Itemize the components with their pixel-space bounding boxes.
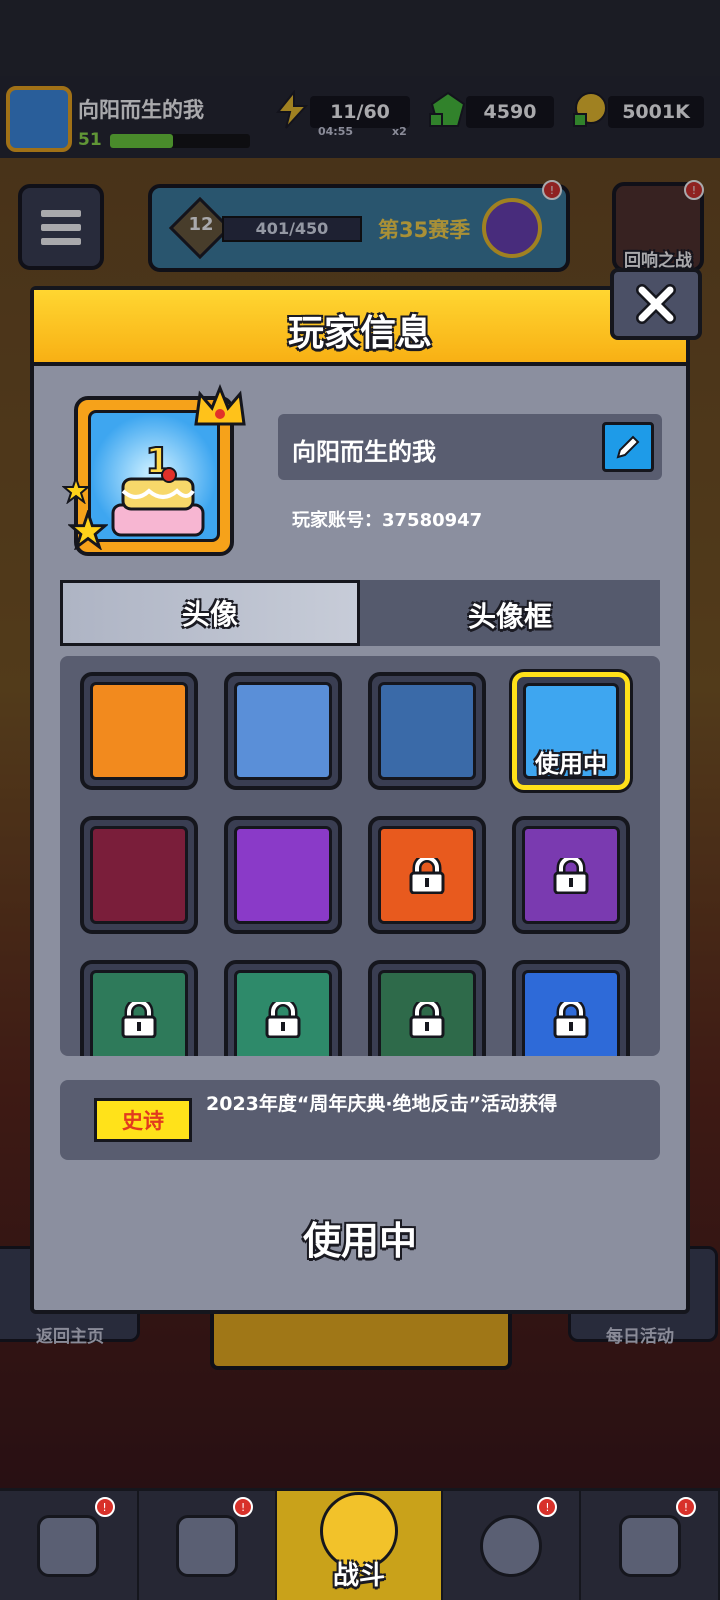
upgrade-icon: [618, 1514, 681, 1577]
player-name: 向阳而生的我: [292, 438, 436, 466]
dialog-header: 玩家信息: [34, 290, 686, 366]
avatar-description: 史诗 2023年度“周年庆典·绝地反击”活动获得: [60, 1080, 660, 1160]
tab-avatar[interactable]: 头像: [60, 580, 360, 646]
in-use-badge: 使用中: [535, 750, 607, 778]
avatar-option-zombie-agent[interactable]: [224, 672, 342, 790]
avatar-option-pink-star[interactable]: [224, 960, 342, 1056]
lock-icon: [553, 1002, 589, 1038]
player-name-box: 向阳而生的我: [278, 414, 662, 480]
birthday-cake-icon: 1: [111, 440, 205, 537]
nav-battle[interactable]: 战斗: [277, 1491, 443, 1600]
lock-icon: [265, 1002, 301, 1038]
avatar-portrait: [234, 826, 332, 924]
lock-icon: [409, 1002, 445, 1038]
avatar-option-boat-fish[interactable]: [368, 960, 486, 1056]
use-status-button[interactable]: 使用中: [0, 1210, 720, 1265]
avatar-portrait: [90, 826, 188, 924]
avatar-option-goggles-soldier[interactable]: [80, 672, 198, 790]
avatar-portrait: [234, 682, 332, 780]
close-icon: [636, 284, 676, 324]
avatar-portrait: [90, 682, 188, 780]
avatar-source-text: 2023年度“周年庆典·绝地反击”活动获得: [206, 1093, 558, 1115]
armor-icon: [175, 1514, 238, 1577]
nav-armory[interactable]: !: [139, 1491, 278, 1600]
nav-upgrade[interactable]: !: [581, 1491, 720, 1600]
rarity-badge: 史诗: [94, 1098, 192, 1142]
talent-icon: [480, 1514, 543, 1577]
lock-icon: [121, 1002, 157, 1038]
nav-battle-label: 战斗: [332, 1561, 385, 1591]
avatar-portrait: [378, 682, 476, 780]
avatar-option-pirate[interactable]: [512, 960, 630, 1056]
dialog-title: 玩家信息: [287, 313, 432, 354]
avatar-tabs: 头像 头像框: [60, 580, 660, 646]
avatar-option-birthday-cake-3[interactable]: [224, 816, 342, 934]
avatar-option-birthday-cake-1[interactable]: 使用中: [512, 672, 630, 790]
nav-shop[interactable]: !: [0, 1491, 139, 1600]
status-bar: [0, 0, 720, 76]
avatar-option-pink-cat[interactable]: [80, 960, 198, 1056]
avatar-option-purple-creature[interactable]: [512, 816, 630, 934]
avatar-option-red-beret[interactable]: [368, 816, 486, 934]
avatar-grid: 使用中: [60, 656, 660, 1056]
bottom-navigation: ! ! 战斗 ! !: [0, 1488, 720, 1600]
star-icon: [68, 510, 108, 550]
avatar-option-boar[interactable]: [368, 672, 486, 790]
lock-icon: [409, 858, 445, 894]
shop-icon: [37, 1514, 100, 1577]
crown-icon: [194, 384, 246, 426]
nav-talent[interactable]: !: [443, 1491, 582, 1600]
close-button[interactable]: [610, 268, 702, 340]
avatar-option-crowned-soldier[interactable]: [80, 816, 198, 934]
player-account-id: 玩家账号：37580947: [292, 510, 483, 531]
edit-name-button[interactable]: [602, 422, 654, 472]
tab-avatar-frame[interactable]: 头像框: [360, 580, 660, 646]
pencil-icon: [616, 435, 640, 459]
star-icon: [62, 476, 90, 504]
lock-icon: [553, 858, 589, 894]
